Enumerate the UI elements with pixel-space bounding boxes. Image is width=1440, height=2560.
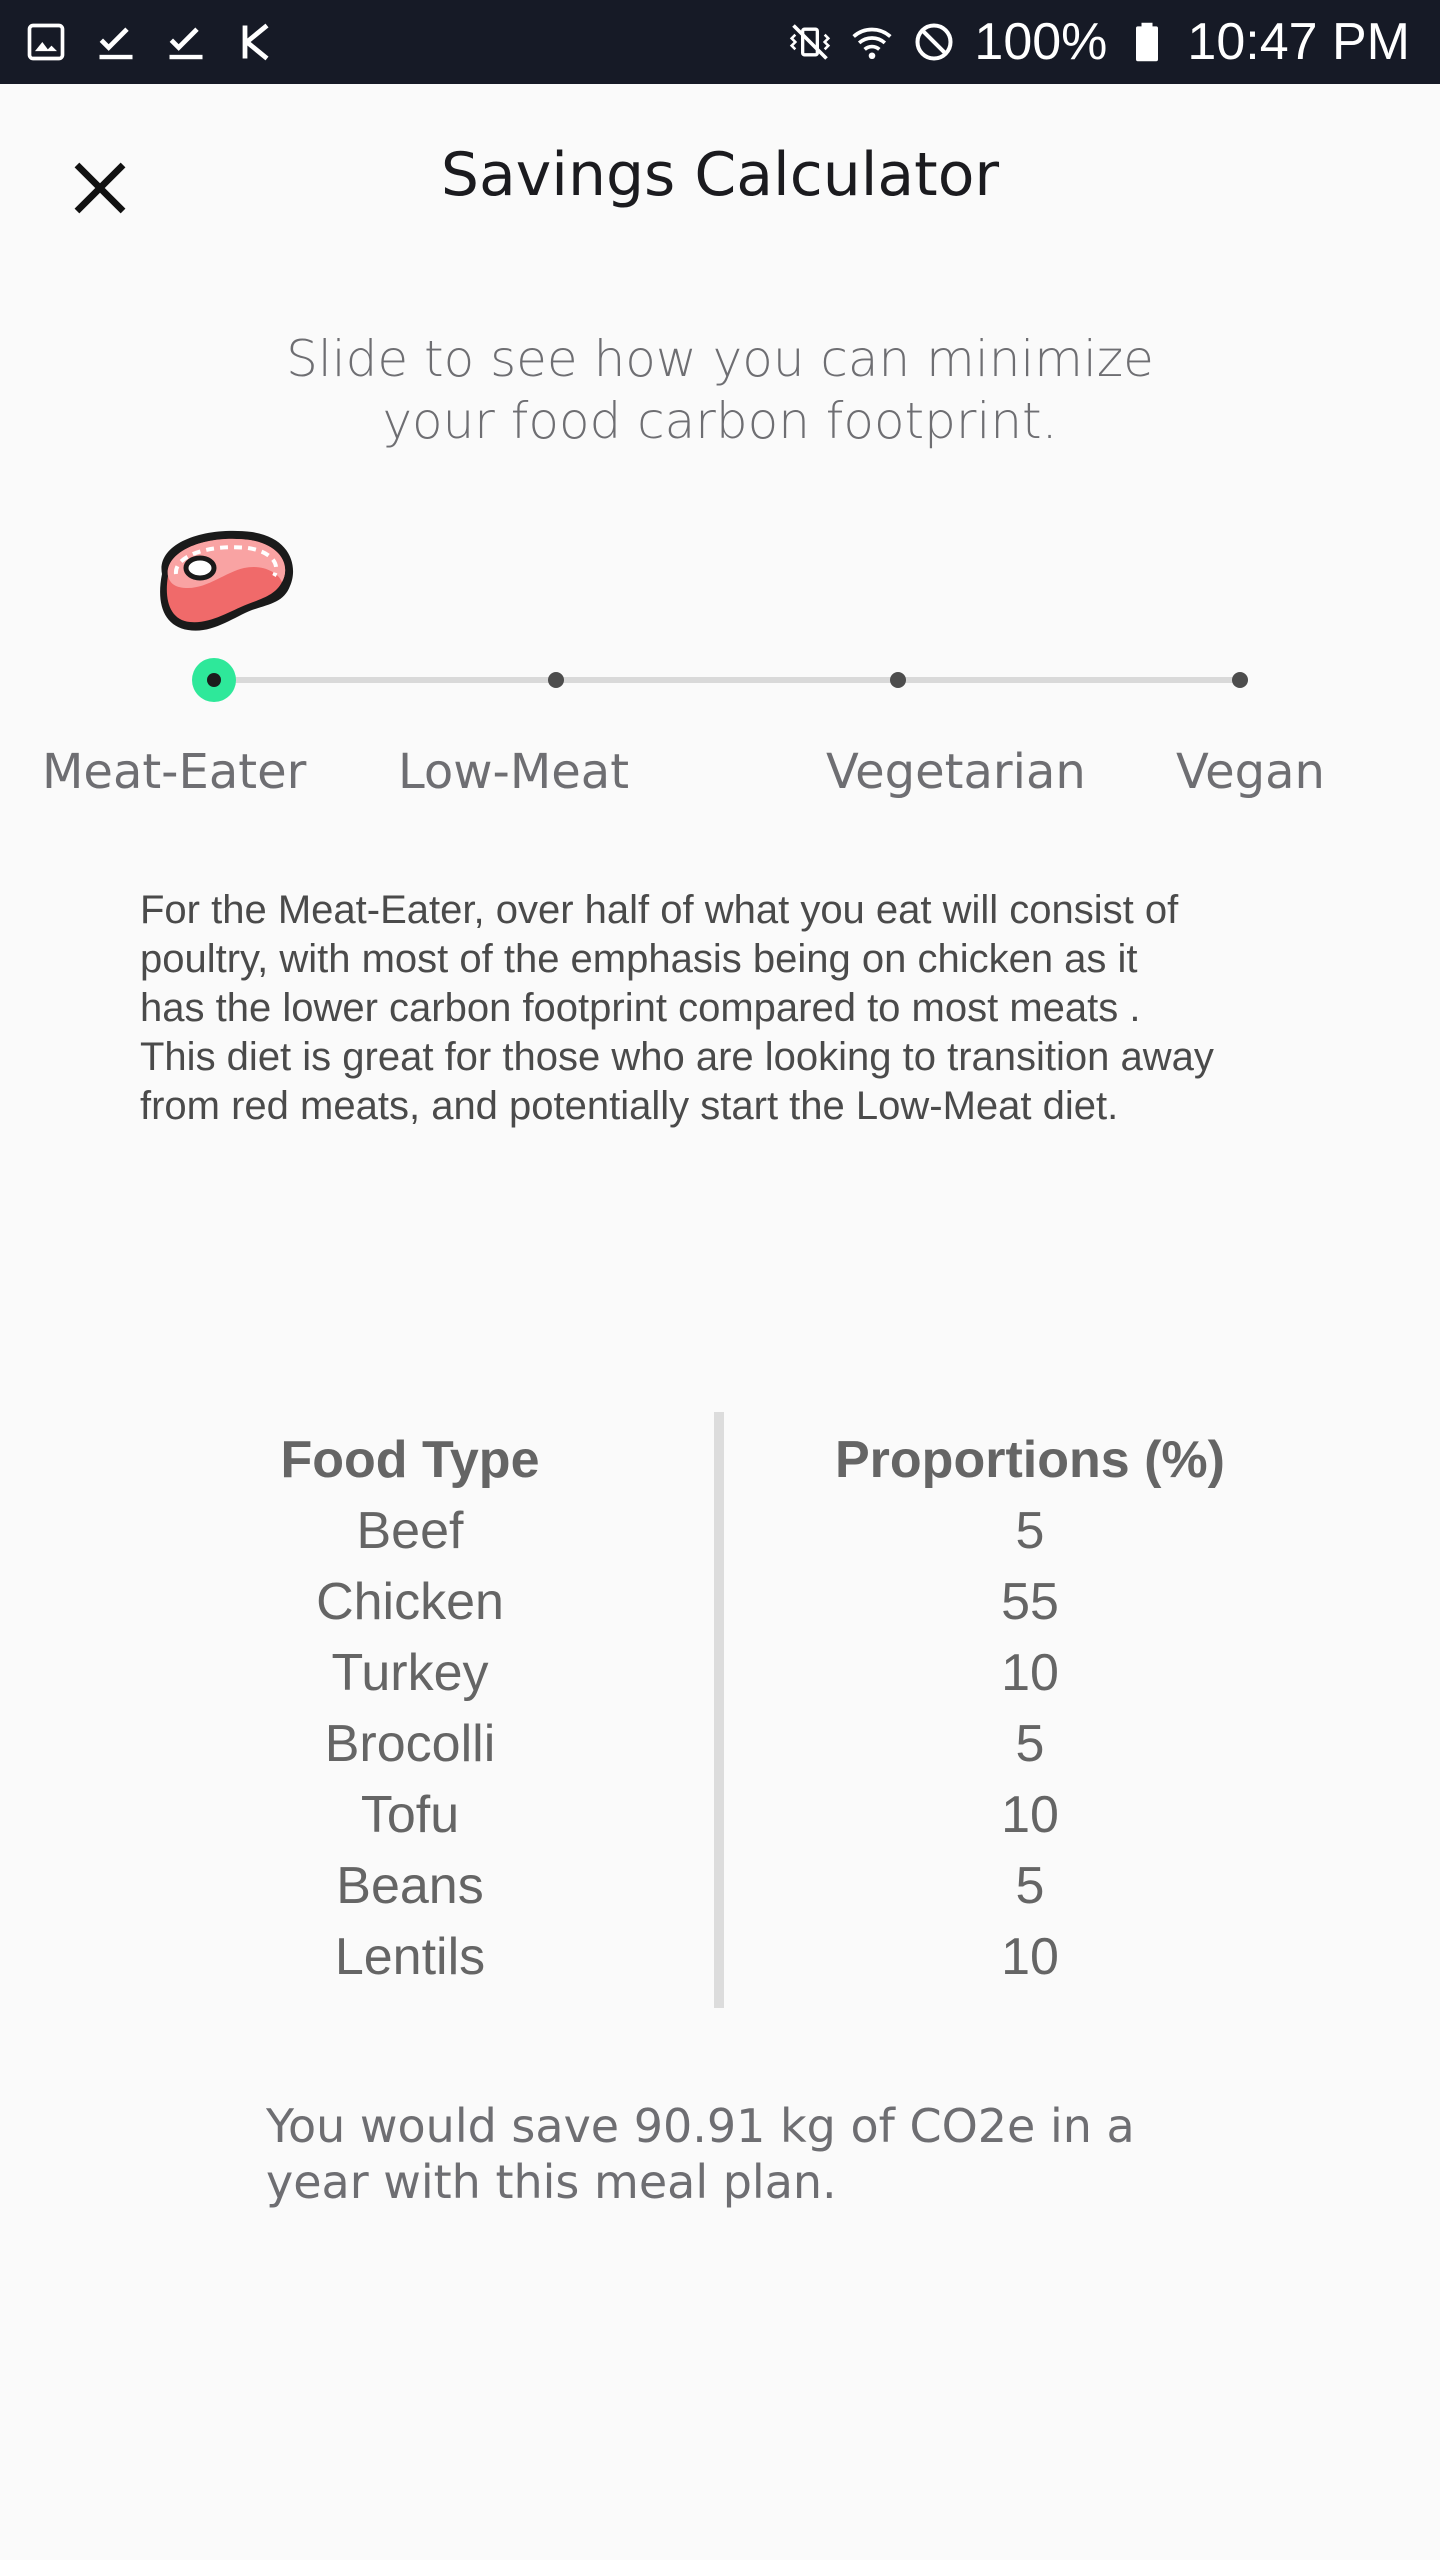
description-line: poultry, with most of the emphasis being… (140, 937, 1138, 981)
proportion-cell: 5 (1015, 1857, 1045, 1915)
slider-stop-vegan[interactable] (1232, 672, 1248, 688)
food-type-cell: Tofu (360, 1786, 460, 1844)
diet-slider-track[interactable] (214, 677, 1241, 683)
food-type-cell: Beans (336, 1857, 484, 1915)
vibrate-mute-icon (788, 20, 832, 64)
food-type-cell: Lentils (334, 1928, 486, 1986)
description-line: has the lower carbon footprint compared … (140, 986, 1141, 1030)
clock: 10:47 PM (1187, 13, 1410, 71)
proportion-header: Proportions (%) (835, 1431, 1225, 1489)
proportion-cell: 55 (1001, 1573, 1059, 1631)
description-line: from red meats, and potentially start th… (140, 1084, 1119, 1128)
battery-icon (1125, 20, 1169, 64)
savings-line: year with this meal plan. (266, 2155, 837, 2209)
proportion-cell: 10 (1001, 1928, 1059, 1986)
screen: 100% 10:47 PM Savings Calculator Slide t… (0, 0, 1440, 2560)
instruction-text: Slide to see how you can minimize your f… (220, 328, 1220, 452)
food-type-cell: Chicken (316, 1573, 504, 1631)
savings-line: You would save 90.91 kg of CO2e in a (266, 2099, 1135, 2153)
food-type-cell: Beef (356, 1502, 464, 1560)
status-left (24, 20, 278, 64)
food-type-header: Food Type (280, 1431, 540, 1489)
status-bar: 100% 10:47 PM (0, 0, 1440, 84)
battery-percent: 100% (974, 13, 1108, 71)
table-divider (714, 1412, 724, 2008)
status-right: 100% 10:47 PM (788, 12, 1410, 72)
diet-description: For the Meat-Eater, over half of what yo… (140, 886, 1320, 1131)
do-not-disturb-icon (912, 20, 956, 64)
slider-stop-low-meat[interactable] (548, 672, 564, 688)
food-proportion-table: Food Type Beef Chicken Turkey Brocolli T… (0, 1412, 1440, 2012)
slider-thumb-dot (207, 673, 221, 687)
instruction-line: your food carbon footprint. (382, 392, 1058, 450)
instruction-line: Slide to see how you can minimize (286, 330, 1154, 388)
diet-option-meat-eater[interactable]: Meat-Eater (42, 744, 306, 800)
proportion-cell: 10 (1001, 1644, 1059, 1702)
proportion-cell: 5 (1015, 1715, 1045, 1773)
k-icon (234, 20, 278, 64)
diet-option-low-meat[interactable]: Low-Meat (398, 744, 629, 800)
wifi-icon (850, 20, 894, 64)
description-line: For the Meat-Eater, over half of what yo… (140, 888, 1179, 932)
diet-option-vegetarian[interactable]: Vegetarian (826, 744, 1086, 800)
steak-icon (160, 530, 294, 631)
diet-slider-thumb[interactable] (192, 658, 236, 702)
food-type-column: Food Type Beef Chicken Turkey Brocolli T… (160, 1424, 660, 1993)
check-icon (94, 20, 138, 64)
food-type-cell: Brocolli (324, 1715, 496, 1773)
diet-option-vegan[interactable]: Vegan (1176, 744, 1325, 800)
proportion-column: Proportions (%) 5 55 10 5 10 5 10 (770, 1424, 1290, 1993)
description-line: This diet is great for those who are loo… (140, 1035, 1214, 1079)
proportion-cell: 10 (1001, 1786, 1059, 1844)
slider-stop-vegetarian[interactable] (890, 672, 906, 688)
page-title: Savings Calculator (440, 140, 1000, 210)
proportion-cell: 5 (1015, 1502, 1045, 1560)
image-icon (24, 20, 68, 64)
savings-summary: You would save 90.91 kg of CO2e in a yea… (266, 2098, 1266, 2210)
food-type-cell: Turkey (331, 1644, 489, 1702)
check-icon (164, 20, 208, 64)
